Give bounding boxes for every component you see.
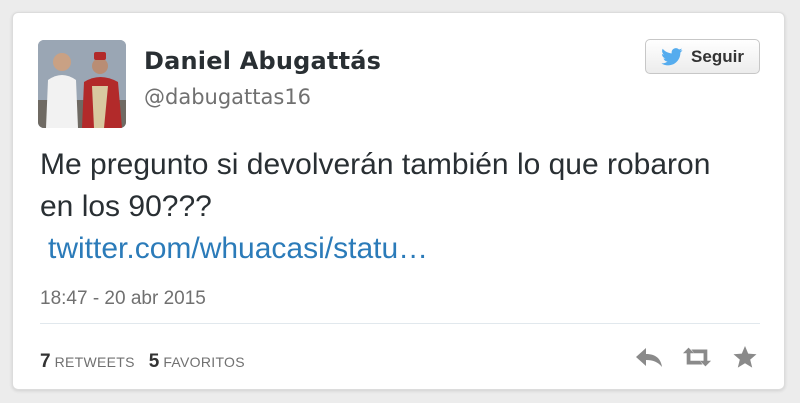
favorite-star-icon[interactable]	[730, 344, 760, 370]
tweet-link[interactable]: twitter.com/whuacasi/statu…	[48, 232, 428, 266]
tweet-text: Me pregunto si devolverán también lo que…	[40, 148, 711, 223]
retweets-stat[interactable]: 7 RETWEETS	[40, 351, 135, 373]
author-display-name[interactable]: Daniel Abugattás	[144, 47, 381, 75]
favorites-label: FAVORITOS	[163, 354, 245, 370]
author-avatar[interactable]	[38, 40, 126, 128]
divider	[40, 323, 760, 324]
author-handle[interactable]: @dabugattas16	[144, 85, 311, 109]
tweet-stats: 7 RETWEETS 5 FAVORITOS	[40, 351, 245, 373]
twitter-bird-icon	[661, 47, 683, 66]
favorites-stat[interactable]: 5 FAVORITOS	[149, 351, 245, 373]
retweets-count: 7	[40, 351, 51, 372]
follow-button[interactable]: Seguir	[645, 39, 760, 74]
retweets-label: RETWEETS	[54, 354, 135, 370]
follow-button-label: Seguir	[691, 46, 744, 66]
tweet-actions	[634, 344, 760, 370]
tweet-card: Daniel Abugattás @dabugattas16 Seguir Me…	[12, 12, 785, 390]
tweet-timestamp[interactable]: 18:47 - 20 abr 2015	[40, 288, 206, 310]
retweet-icon[interactable]	[682, 344, 712, 370]
favorites-count: 5	[148, 351, 160, 372]
reply-icon[interactable]	[634, 344, 664, 370]
